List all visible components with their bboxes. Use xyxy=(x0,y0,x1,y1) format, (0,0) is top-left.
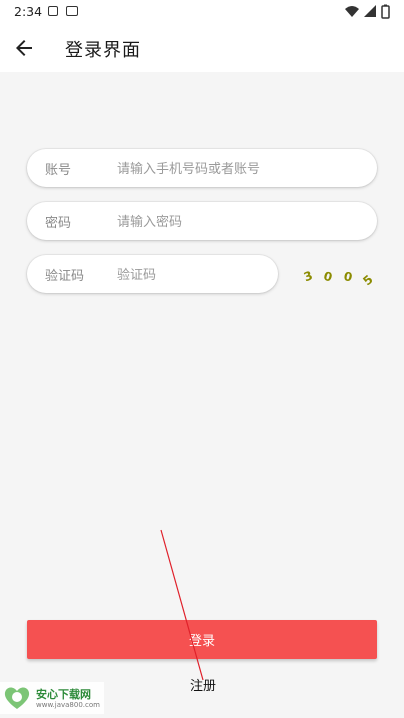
captcha-char: 0 xyxy=(322,269,334,285)
captcha-input[interactable] xyxy=(115,261,269,289)
page-title: 登录界面 xyxy=(65,40,141,61)
captcha-char: 0 xyxy=(342,269,353,284)
account-input[interactable] xyxy=(115,155,319,183)
battery-icon xyxy=(381,5,390,19)
watermark-logo-icon xyxy=(4,687,30,709)
status-time: 2:34 xyxy=(14,4,43,19)
app-bar: 登录界面 xyxy=(0,24,404,72)
account-field[interactable]: 账号 xyxy=(27,149,377,187)
captcha-label: 验证码 xyxy=(45,269,85,284)
status-right-icons xyxy=(345,4,390,19)
status-bar: 2:34 xyxy=(0,0,404,24)
captcha-image[interactable]: 3 0 0 5 xyxy=(300,262,380,292)
password-label: 密码 xyxy=(45,216,72,231)
captcha-char: 3 xyxy=(302,268,315,284)
password-input[interactable] xyxy=(115,208,319,236)
captcha-field[interactable]: 验证码 xyxy=(27,255,278,293)
watermark: 安心下载网 www.java800.com xyxy=(0,682,104,714)
annotation-arrow xyxy=(160,529,204,681)
back-arrow-icon[interactable] xyxy=(12,36,36,60)
watermark-text: 安心下载网 xyxy=(36,688,91,701)
wifi-icon xyxy=(345,6,359,17)
login-button[interactable]: 登录 xyxy=(27,620,377,659)
captcha-char: 5 xyxy=(360,272,375,288)
notification-a-icon xyxy=(48,6,58,16)
account-label: 账号 xyxy=(45,163,72,178)
watermark-url: www.java800.com xyxy=(36,701,100,709)
cellular-signal-icon xyxy=(364,5,376,17)
register-link[interactable]: 注册 xyxy=(190,675,216,694)
notification-card-icon xyxy=(66,6,78,16)
password-field[interactable]: 密码 xyxy=(27,202,377,240)
